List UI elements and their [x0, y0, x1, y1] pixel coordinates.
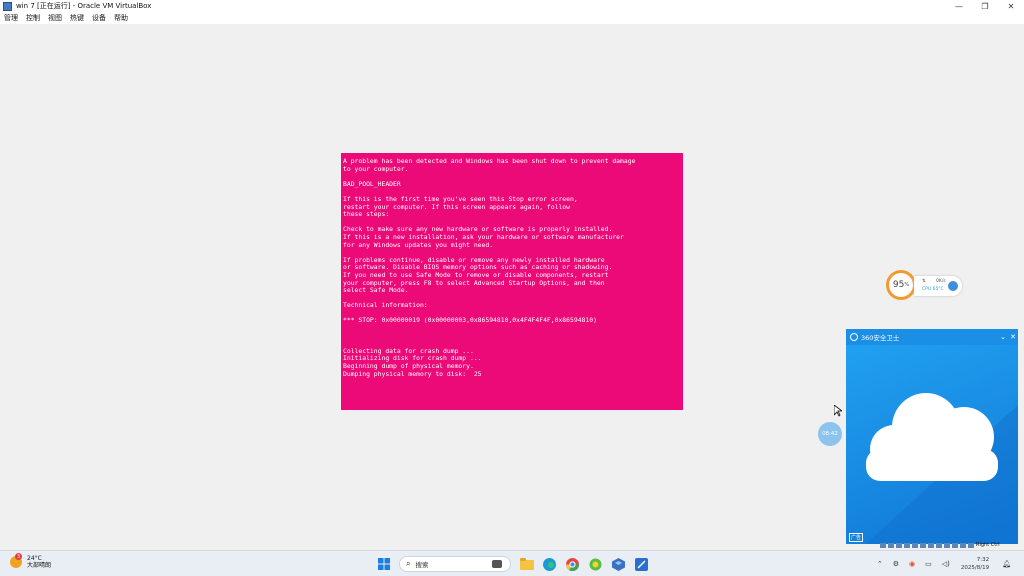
popup-header: 360安全卫士 ⌄ ✕	[846, 329, 1018, 345]
minimize-button[interactable]: —	[946, 0, 972, 12]
settings-tray-icon[interactable]: ⚙	[893, 560, 899, 568]
vm-display-icon[interactable]	[928, 542, 934, 548]
360-logo-icon	[850, 333, 858, 341]
search-icon: ⌕	[406, 559, 411, 568]
bsod-line: *** STOP: 0x00000019 (0x00000003,0x86594…	[343, 316, 597, 325]
close-button[interactable]: ✕	[998, 0, 1024, 12]
vm-mouse-icon[interactable]	[952, 542, 958, 548]
popup-close-icon[interactable]: ✕	[1008, 333, 1018, 341]
bsod-line: for any Windows updates you might need.	[343, 240, 494, 249]
system-tray: ⌃ ⚙ ◉ ▭ ◁) 7:32 2025/8/19 🔔︎	[872, 554, 1016, 574]
window-titlebar: win 7 [正在运行] - Oracle VM VirtualBox — ❐ …	[0, 0, 1024, 12]
vm-network-icon[interactable]	[904, 542, 910, 548]
speaker-icon[interactable]: ◁)	[942, 560, 950, 568]
start-icon[interactable]	[376, 556, 392, 572]
network-speed: 0K/s	[936, 279, 946, 284]
vm-audio-icon[interactable]	[896, 542, 902, 548]
chevron-up-icon[interactable]: ⌃	[877, 560, 883, 568]
sun-icon: 3	[10, 553, 22, 568]
bsod-line: these steps:	[343, 210, 390, 219]
chrome-icon[interactable]	[565, 556, 581, 572]
weather-temp: 24°C	[27, 555, 42, 562]
bsod-line: BAD_POOL_HEADER	[343, 179, 401, 188]
vm-cpu-icon[interactable]	[944, 542, 950, 548]
vm-disk-icon[interactable]	[880, 542, 886, 548]
ad-label: 广告	[849, 533, 864, 542]
menu-bar: 管理 控制 视图 热键 设备 帮助	[0, 12, 1024, 24]
weather-widget[interactable]: 3 24°C 大部晴朗	[10, 553, 52, 569]
file-explorer-icon[interactable]	[519, 556, 535, 572]
360-icon[interactable]	[588, 556, 604, 572]
bsod-line: restart your computer. If this screen ap…	[343, 202, 571, 211]
window-title: win 7 [正在运行] - Oracle VM VirtualBox	[16, 2, 152, 10]
chevron-down-icon[interactable]: ⌄	[998, 333, 1008, 341]
popup-title: 360安全卫士	[861, 334, 900, 342]
weather-desc: 大部晴朗	[27, 562, 52, 569]
network-arrows-icon: ⇅	[922, 279, 926, 284]
maximize-button[interactable]: ❐	[972, 0, 998, 12]
taskbar-search[interactable]: ⌕ 搜索	[399, 556, 511, 572]
menu-devices[interactable]: 设备	[92, 13, 106, 23]
cloud-illustration	[866, 393, 1018, 544]
vm-keyboard-icon[interactable]	[960, 542, 966, 548]
notification-badge: 3	[15, 553, 22, 560]
memory-percent-unit: %	[904, 282, 910, 288]
taskbar: 3 24°C 大部晴朗 ⌕ 搜索 ⌃ ⚙ ◉ ▭ ◁) 7:32 2025/8/…	[0, 550, 1024, 576]
cpu-temp: CPU 65°C	[922, 287, 944, 292]
speed-ball-panel: ⇅ 0K/s CPU 65°C	[914, 276, 962, 296]
edge-icon[interactable]	[542, 556, 558, 572]
360-tray-icon[interactable]: ◉	[909, 560, 915, 568]
search-highlight-icon	[492, 560, 502, 568]
mouse-cursor-icon	[834, 405, 842, 417]
vm-usb-icon[interactable]	[912, 542, 918, 548]
vm-status-tray: Right Ctrl	[880, 541, 1024, 549]
vm-recording-icon[interactable]	[936, 542, 942, 548]
menu-view[interactable]: 视图	[48, 13, 62, 23]
taskbar-apps: ⌕ 搜索	[372, 554, 653, 574]
bsod-line	[343, 325, 681, 333]
vm-arrow-icon[interactable]	[968, 542, 974, 548]
network-icon[interactable]: ▭	[925, 560, 932, 568]
blue-screen-error: A problem has been detected and Windows …	[341, 153, 683, 410]
menu-manage[interactable]: 管理	[4, 13, 18, 23]
bsod-line	[343, 333, 681, 341]
host-key-label: Right Ctrl	[976, 542, 1000, 548]
popup-content[interactable]	[846, 345, 1018, 544]
menu-hotkey[interactable]: 热键	[70, 13, 84, 23]
memory-percent: 95	[892, 280, 905, 290]
vm-optical-icon[interactable]	[888, 542, 894, 548]
menu-help[interactable]: 帮助	[114, 13, 128, 23]
memory-usage-ring[interactable]: 95%	[886, 270, 916, 300]
virtualbox-app-icon	[3, 1, 12, 11]
bsod-line: Technical information:	[343, 301, 428, 310]
bsod-line: select Safe Mode.	[343, 286, 409, 295]
bsod-line: Dumping physical memory to disk: 25	[343, 369, 482, 378]
bsod-line: to your computer.	[343, 164, 409, 173]
bell-icon[interactable]: 🔔︎	[1002, 560, 1011, 568]
snip-icon[interactable]	[634, 556, 650, 572]
virtualbox-icon[interactable]	[611, 556, 627, 572]
360-security-popup[interactable]: 360安全卫士 ⌄ ✕ 广告	[846, 329, 1018, 544]
search-placeholder: 搜索	[415, 561, 429, 569]
menu-control[interactable]: 控制	[26, 13, 40, 23]
rocket-icon[interactable]	[948, 281, 958, 291]
clock-date: 2025/8/19	[960, 565, 990, 571]
clock-time: 7:32	[976, 557, 990, 563]
vm-shared-folder-icon[interactable]	[920, 542, 926, 548]
floating-clock-bubble[interactable]: 08:42	[818, 422, 842, 446]
speed-ball-widget[interactable]: 95% ⇅ 0K/s CPU 65°C	[884, 270, 964, 302]
taskbar-clock[interactable]: 7:32 2025/8/19	[961, 556, 989, 572]
